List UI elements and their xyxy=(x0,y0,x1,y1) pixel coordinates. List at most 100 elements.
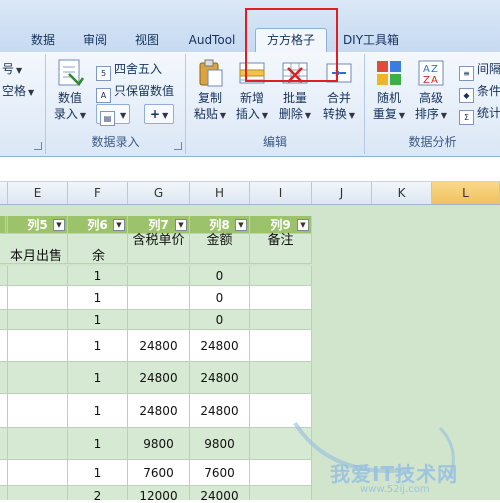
random-repeat-button[interactable]: 随机 重复 ▼ xyxy=(369,58,409,124)
table-cell[interactable]: 7600 xyxy=(128,460,190,486)
table-cell[interactable]: 24800 xyxy=(190,362,250,394)
add-dropdown[interactable]: + ▼ xyxy=(144,104,175,124)
tab-data[interactable]: 数据 xyxy=(26,30,60,50)
table-cell[interactable] xyxy=(250,486,312,500)
table-row-partial xyxy=(0,330,8,362)
merge-convert-label-2: 转换 xyxy=(322,107,347,121)
table-cell[interactable] xyxy=(8,310,68,330)
table-cell[interactable]: 1 xyxy=(68,394,128,428)
filter-header-col7[interactable]: 列7 ▼ xyxy=(128,216,190,234)
table-cell[interactable]: 24800 xyxy=(190,330,250,362)
table-cell[interactable]: 1 xyxy=(68,362,128,394)
table-cell[interactable]: 1 xyxy=(68,286,128,310)
table-cell[interactable] xyxy=(250,286,312,310)
table-cell[interactable]: 0 xyxy=(190,310,250,330)
table-cell[interactable]: 24800 xyxy=(190,394,250,428)
column-header-j[interactable]: J xyxy=(312,182,372,204)
statistics-button[interactable]: Σ 统计 xyxy=(459,104,500,125)
batch-delete-button[interactable]: 批量 删除 ▼ xyxy=(274,58,316,124)
tab-view[interactable]: 视图 xyxy=(130,30,164,50)
table-cell[interactable] xyxy=(8,266,68,286)
merge-convert-button[interactable]: 合并 转换 ▼ xyxy=(318,58,360,124)
table-cell[interactable]: 24800 xyxy=(128,394,190,428)
table-cell[interactable] xyxy=(8,486,68,500)
table-cell[interactable] xyxy=(250,428,312,460)
advanced-sort-label-2: 排序 xyxy=(414,107,439,121)
column-header-g[interactable]: G xyxy=(128,182,190,204)
table-cell[interactable] xyxy=(250,310,312,330)
clipboard-icon xyxy=(195,58,225,88)
copy-paste-button[interactable]: 复制 粘贴 ▼ xyxy=(190,58,230,124)
column-header-f[interactable]: F xyxy=(68,182,128,204)
insert-label-1: 新增 xyxy=(239,91,264,105)
interval-button[interactable]: ≡ 间隔 xyxy=(459,60,500,81)
format-icon: ▤ xyxy=(100,111,115,126)
column-header-h[interactable]: H xyxy=(190,182,250,204)
table-cell[interactable]: 1 xyxy=(68,310,128,330)
condition-button[interactable]: ◆ 条件 xyxy=(459,82,500,103)
tab-diy-toolbox[interactable]: DIY工具箱 xyxy=(340,30,402,50)
table-cell[interactable] xyxy=(128,266,190,286)
keep-numbers-button[interactable]: A 只保留数值 xyxy=(96,82,174,103)
filter-dropdown-icon[interactable]: ▼ xyxy=(297,219,309,231)
numeric-input-button[interactable]: 数值 录入 ▼ xyxy=(50,58,90,124)
table-cell[interactable] xyxy=(250,394,312,428)
filter-dropdown-icon[interactable]: ▼ xyxy=(175,219,187,231)
column-header-l[interactable]: L xyxy=(432,182,500,204)
table-cell[interactable]: 24800 xyxy=(128,330,190,362)
insert-button[interactable]: 新增 插入 ▼ xyxy=(232,58,272,124)
column-header-e[interactable]: E xyxy=(8,182,68,204)
filter-header-col5[interactable]: 列5 ▼ xyxy=(8,216,68,234)
tab-audtool[interactable]: AudTool xyxy=(182,30,242,50)
filter-header-col8[interactable]: 列8 ▼ xyxy=(190,216,250,234)
table-cell[interactable] xyxy=(250,266,312,286)
table-cell[interactable]: 1 xyxy=(68,428,128,460)
table-cell[interactable] xyxy=(8,428,68,460)
partial-button-1[interactable]: 号 ▼ xyxy=(2,60,22,78)
table-cell[interactable] xyxy=(8,286,68,310)
advanced-sort-button[interactable]: AZZA 高级 排序 ▼ xyxy=(411,58,451,124)
column-header-k[interactable]: K xyxy=(372,182,432,204)
table-cell[interactable] xyxy=(128,286,190,310)
table-cell[interactable] xyxy=(250,330,312,362)
spreadsheet-grid[interactable]: E F G H I J K L 列5 ▼ 列6 ▼ 列7 ▼ 列8 ▼ 列9 ▼ 本月出售余含税单价… xyxy=(0,182,500,500)
table-cell[interactable] xyxy=(8,330,68,362)
table-cell[interactable]: 9800 xyxy=(128,428,190,460)
table-cell[interactable] xyxy=(250,362,312,394)
table-cell[interactable] xyxy=(128,310,190,330)
table-cell[interactable]: 9800 xyxy=(190,428,250,460)
filter-dropdown-icon[interactable]: ▼ xyxy=(53,219,65,231)
table-cell[interactable]: 0 xyxy=(190,286,250,310)
column-header-i[interactable]: I xyxy=(250,182,312,204)
table-cell[interactable]: 12000 xyxy=(128,486,190,500)
table-cell[interactable]: 2 xyxy=(68,486,128,500)
table-cell[interactable] xyxy=(8,362,68,394)
dialog-launcher-icon[interactable] xyxy=(174,142,182,150)
table-cell[interactable]: 7600 xyxy=(190,460,250,486)
table-row-partial xyxy=(0,362,8,394)
table-cell[interactable]: 1 xyxy=(68,330,128,362)
table-cell[interactable] xyxy=(8,460,68,486)
table-cell[interactable]: 0 xyxy=(190,266,250,286)
table-cell[interactable]: 24800 xyxy=(128,362,190,394)
batch-delete-label-2: 删除 xyxy=(278,107,303,121)
filter-dropdown-icon[interactable]: ▼ xyxy=(113,219,125,231)
filter-header-col9[interactable]: 列9 ▼ xyxy=(250,216,312,234)
round-button[interactable]: 5 四舍五入 xyxy=(96,60,162,81)
filter-header-col6[interactable]: 列6 ▼ xyxy=(68,216,128,234)
format-dropdown[interactable]: ▤ ▼ xyxy=(96,104,131,126)
table-cell[interactable]: 1 xyxy=(68,266,128,286)
partial-label-1: 号 xyxy=(2,62,15,76)
filter-header-label: 列8 xyxy=(209,218,230,232)
tab-review[interactable]: 审阅 xyxy=(78,30,112,50)
partial-button-2[interactable]: 空格 ▼ xyxy=(2,82,34,100)
table-cell[interactable] xyxy=(250,460,312,486)
tab-fangfang-gezi[interactable]: 方方格子 xyxy=(255,28,327,53)
advanced-sort-label-1: 高级 xyxy=(418,91,443,105)
dialog-launcher-icon[interactable] xyxy=(34,142,42,150)
subheader-cell: 含税单价 xyxy=(128,234,190,264)
table-cell[interactable] xyxy=(8,394,68,428)
filter-dropdown-icon[interactable]: ▼ xyxy=(235,219,247,231)
table-cell[interactable]: 1 xyxy=(68,460,128,486)
table-cell[interactable]: 24000 xyxy=(190,486,250,500)
